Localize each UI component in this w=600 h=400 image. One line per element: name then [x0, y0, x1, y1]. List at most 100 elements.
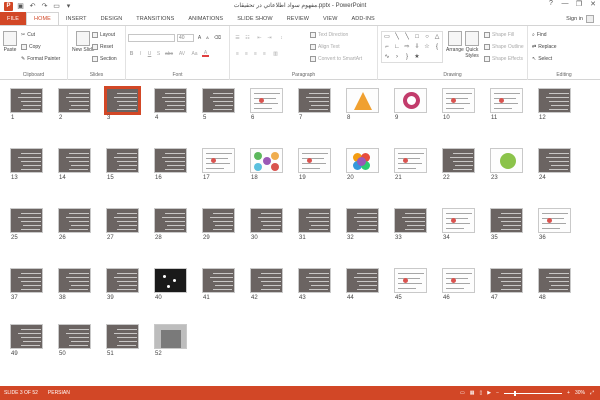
- connector-shape-icon[interactable]: ∟: [393, 43, 401, 50]
- tab-view[interactable]: VIEW: [316, 12, 344, 25]
- slide-thumbnail[interactable]: [202, 88, 235, 113]
- language-status[interactable]: PERSIAN: [48, 390, 70, 396]
- slide-sorter-view-icon[interactable]: ▦: [470, 390, 475, 396]
- slide-thumbnail[interactable]: [10, 208, 43, 233]
- slide-thumbnail[interactable]: [490, 208, 523, 233]
- slide-thumbnail[interactable]: [490, 148, 523, 173]
- slide-thumbnail[interactable]: [250, 88, 283, 113]
- slide-thumbnail[interactable]: [538, 208, 571, 233]
- grow-font-button[interactable]: A: [196, 34, 203, 41]
- line-shape-icon[interactable]: ╲: [393, 33, 401, 40]
- tab-design[interactable]: DESIGN: [94, 12, 130, 25]
- shapes-gallery[interactable]: ▭ ╲ ╲ □ ○ △ ⌐ ∟ ⇨ ⇩ ☆ { ∿ › } ★: [381, 31, 443, 63]
- strikethrough-button[interactable]: abc: [164, 50, 174, 57]
- font-size-input[interactable]: 40: [177, 34, 194, 42]
- redo-icon[interactable]: ↷: [40, 2, 49, 11]
- shape-outline-button[interactable]: Shape Outline: [484, 44, 524, 50]
- slide-thumbnail[interactable]: [394, 148, 427, 173]
- slide-thumbnail[interactable]: [154, 324, 187, 349]
- tab-add-ins[interactable]: ADD-INS: [345, 12, 382, 25]
- reset-button[interactable]: Reset: [92, 44, 113, 50]
- tab-home[interactable]: HOME: [26, 12, 59, 25]
- text-direction-button[interactable]: Text Direction: [310, 32, 348, 38]
- slide-thumbnail[interactable]: [154, 148, 187, 173]
- slide-thumbnail[interactable]: [442, 88, 475, 113]
- tab-review[interactable]: REVIEW: [280, 12, 316, 25]
- decrease-indent-icon[interactable]: ⇤: [256, 34, 263, 41]
- slide-thumbnail[interactable]: [202, 268, 235, 293]
- minimize-button[interactable]: —: [560, 0, 570, 8]
- shape-fill-button[interactable]: Shape Fill: [484, 32, 514, 38]
- brace-shape-icon[interactable]: {: [433, 43, 441, 50]
- start-slideshow-icon[interactable]: ▭: [52, 2, 61, 11]
- line-spacing-icon[interactable]: ↕: [278, 34, 285, 41]
- slide-thumbnail[interactable]: [442, 268, 475, 293]
- format-painter-button[interactable]: ✎ Format Painter: [21, 56, 60, 62]
- tab-file[interactable]: FILE: [0, 12, 27, 25]
- slide-thumbnail[interactable]: [10, 324, 43, 349]
- tab-insert[interactable]: INSERT: [59, 12, 94, 25]
- arrow-right-shape-icon[interactable]: ⇨: [403, 43, 411, 50]
- close-button[interactable]: ✕: [588, 0, 598, 8]
- help-button[interactable]: ?: [546, 0, 556, 8]
- slide-thumbnail[interactable]: [298, 208, 331, 233]
- zoom-slider-knob[interactable]: [514, 390, 517, 396]
- restore-button[interactable]: ❐: [574, 0, 584, 8]
- rectangle-shape-icon[interactable]: □: [413, 33, 421, 40]
- slide-thumbnail[interactable]: [58, 208, 91, 233]
- slide-thumbnail[interactable]: [394, 268, 427, 293]
- zoom-in-button[interactable]: +: [567, 390, 570, 396]
- justify-icon[interactable]: ≡: [261, 50, 268, 57]
- slide-thumbnail[interactable]: [104, 86, 141, 115]
- slide-thumbnail[interactable]: [154, 88, 187, 113]
- arrow-down-shape-icon[interactable]: ⇩: [413, 43, 421, 50]
- tab-slide-show[interactable]: SLIDE SHOW: [230, 12, 280, 25]
- slide-thumbnail[interactable]: [58, 268, 91, 293]
- oval-shape-icon[interactable]: ○: [423, 33, 431, 40]
- character-spacing-button[interactable]: AV: [177, 50, 187, 57]
- zoom-slider[interactable]: [504, 390, 563, 396]
- font-name-input[interactable]: [128, 34, 175, 42]
- replace-button[interactable]: ⇄ Replace: [532, 44, 557, 50]
- sign-in-label[interactable]: Sign in: [566, 16, 583, 22]
- slide-thumbnail[interactable]: [202, 148, 235, 173]
- numbering-icon[interactable]: ☷: [244, 34, 251, 41]
- zoom-level[interactable]: 30%: [575, 390, 585, 396]
- undo-icon[interactable]: ↶: [28, 2, 37, 11]
- layout-button[interactable]: Layout: [92, 32, 115, 38]
- slide-thumbnail[interactable]: [106, 208, 139, 233]
- align-left-icon[interactable]: ≡: [234, 50, 241, 57]
- brace-shape-icon-2[interactable]: }: [403, 53, 411, 60]
- change-case-button[interactable]: Aa: [190, 50, 199, 57]
- italic-button[interactable]: I: [137, 50, 144, 57]
- slide-thumbnail[interactable]: [442, 208, 475, 233]
- zoom-out-button[interactable]: −: [496, 390, 499, 396]
- tab-transitions[interactable]: TRANSITIONS: [129, 12, 181, 25]
- curve-shape-icon[interactable]: ∿: [383, 53, 391, 60]
- slide-thumbnail[interactable]: [346, 88, 379, 113]
- reading-view-icon[interactable]: ▯: [480, 390, 483, 396]
- slide-thumbnail[interactable]: [538, 268, 571, 293]
- slide-thumbnail[interactable]: [106, 148, 139, 173]
- textbox-shape-icon[interactable]: ▭: [383, 33, 391, 40]
- section-button[interactable]: Section: [92, 56, 117, 62]
- slide-thumbnail[interactable]: [250, 208, 283, 233]
- normal-view-icon[interactable]: ▭: [460, 390, 465, 396]
- slide-thumbnail[interactable]: [538, 88, 571, 113]
- slide-thumbnail[interactable]: [346, 268, 379, 293]
- tab-animations[interactable]: ANIMATIONS: [181, 12, 230, 25]
- slide-thumbnail[interactable]: [394, 208, 427, 233]
- align-center-icon[interactable]: ≡: [243, 50, 250, 57]
- chevron-shape-icon[interactable]: ›: [393, 53, 401, 60]
- bullets-icon[interactable]: ☰: [234, 34, 241, 41]
- triangle-shape-icon[interactable]: △: [433, 33, 441, 40]
- bent-line-shape-icon[interactable]: ⌐: [383, 43, 391, 50]
- slide-thumbnail[interactable]: [490, 88, 523, 113]
- slide-thumbnail[interactable]: [346, 148, 379, 173]
- slide-thumbnail[interactable]: [298, 88, 331, 113]
- save-icon[interactable]: ▣: [16, 2, 25, 11]
- star-shape-icon[interactable]: ☆: [423, 43, 431, 50]
- cut-button[interactable]: ✂ Cut: [21, 32, 35, 38]
- find-button[interactable]: ⌕ Find: [532, 32, 547, 38]
- slide-thumbnail[interactable]: [58, 148, 91, 173]
